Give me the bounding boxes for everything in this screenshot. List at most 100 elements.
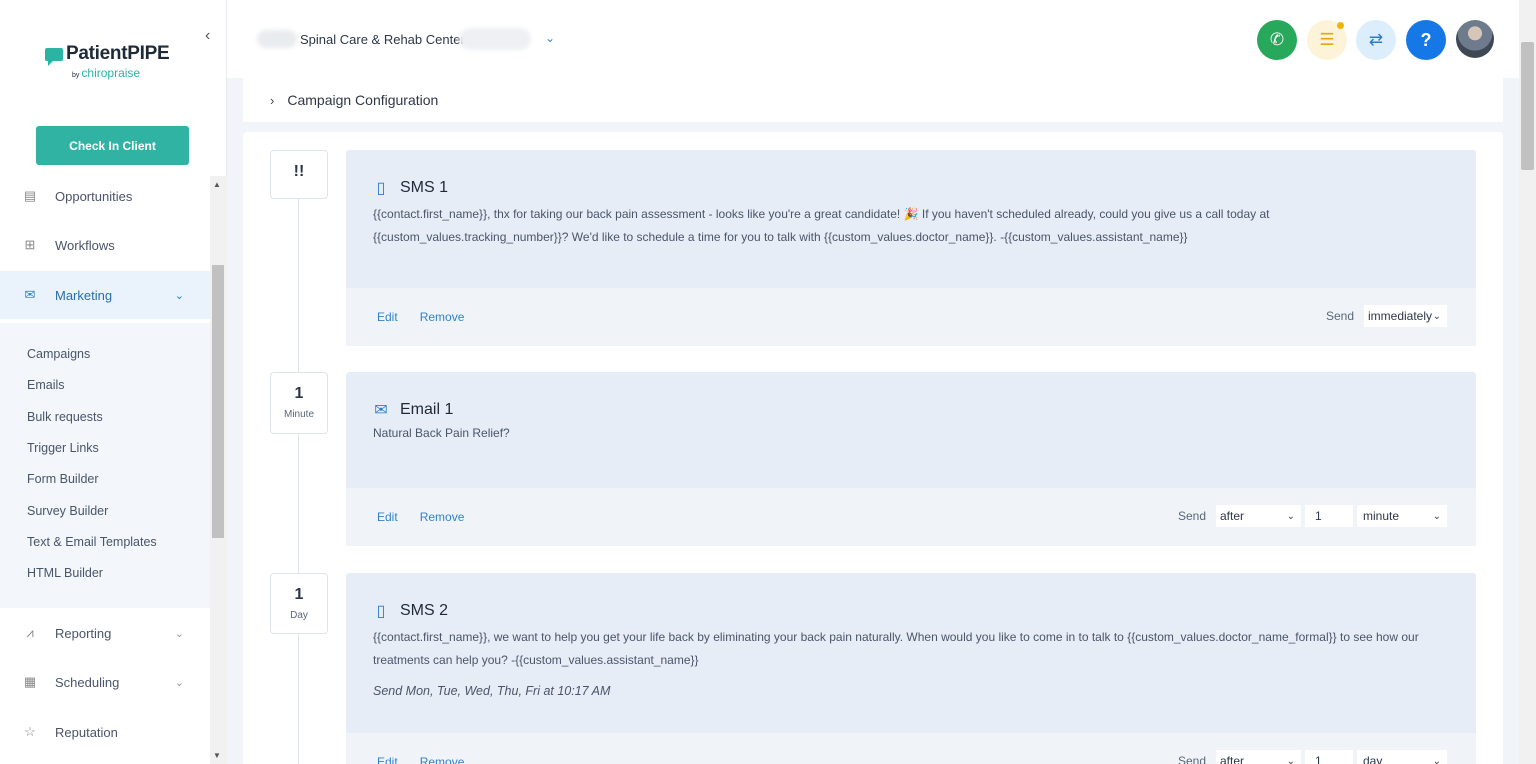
send-label: Send	[1325, 309, 1354, 323]
help-button[interactable]: ?	[1406, 20, 1446, 60]
logo[interactable]: PatientPIPE by chiropraise	[45, 43, 170, 80]
chevron-down-icon: ⌄	[174, 676, 184, 689]
send-value: 1	[1315, 509, 1322, 523]
chevron-right-icon: ›	[270, 92, 275, 108]
step-footer: Edit Remove Send after ⌄ 1 minute ⌄	[346, 488, 1476, 546]
edit-link[interactable]: Edit	[377, 755, 398, 764]
send-mode-select[interactable]: after ⌄	[1216, 750, 1301, 764]
send-label: Send	[1177, 509, 1206, 523]
chevron-down-icon: ⌄	[1432, 510, 1441, 522]
delay-unit: Minute	[283, 409, 314, 420]
sidebar-item-reporting[interactable]: ⩘ Reporting ⌄	[0, 609, 210, 657]
sidebar-item-label: Reporting	[55, 625, 112, 641]
sidebar-scrollbar-thumb[interactable]	[212, 265, 224, 538]
mobile-icon: ▯	[376, 180, 386, 197]
sidebar-item-workflows[interactable]: ⊞ Workflows	[0, 221, 210, 269]
switch-account-button[interactable]: ⇄	[1356, 20, 1396, 60]
send-value: 1	[1315, 754, 1322, 764]
help-icon: ?	[1420, 29, 1432, 50]
send-mode-select[interactable]: after ⌄	[1216, 505, 1301, 527]
send-mode-value: after	[1220, 754, 1245, 764]
send-mode-select[interactable]: immediately ⌄	[1364, 305, 1447, 327]
sidebar-subitem-survey-builder[interactable]: Survey Builder	[27, 504, 108, 518]
delay-unit: Day	[290, 610, 308, 621]
list-icon: ☰	[1319, 30, 1335, 49]
send-unit-value: day	[1363, 754, 1383, 764]
step-delay-badge: !!	[270, 150, 328, 199]
sidebar-item-label: Scheduling	[55, 674, 120, 690]
collapse-sidebar-icon[interactable]: ‹	[205, 27, 210, 45]
campaign-configuration-label: Campaign Configuration	[287, 92, 439, 108]
chevron-down-icon: ⌄	[1432, 755, 1441, 764]
star-icon: ☆	[24, 724, 36, 739]
sidebar-subitem-campaigns[interactable]: Campaigns	[27, 347, 90, 361]
workflows-icon: ⊞	[24, 237, 36, 252]
sidebar-item-label: Opportunities	[55, 188, 133, 204]
phone-button[interactable]: ✆	[1257, 20, 1297, 60]
sidebar-subitem-trigger-links[interactable]: Trigger Links	[27, 441, 99, 455]
timeline-line	[298, 195, 299, 764]
step-title: SMS 2	[400, 602, 449, 619]
location-blurred-prefix	[257, 30, 297, 48]
remove-link[interactable]: Remove	[420, 510, 465, 524]
mobile-icon: ▯	[376, 603, 386, 620]
chevron-down-icon: ⌄	[1286, 755, 1295, 764]
sidebar-subitem-html-builder[interactable]: HTML Builder	[27, 566, 103, 580]
calendar-icon: ▦	[23, 674, 37, 689]
send-unit-value: minute	[1363, 509, 1400, 523]
logo-by: by	[72, 72, 80, 79]
logo-mark-icon	[45, 47, 63, 66]
sidebar-item-label: Marketing	[55, 287, 113, 303]
remove-link[interactable]: Remove	[420, 755, 465, 764]
location-chevron-down-icon[interactable]: ⌄	[545, 31, 555, 45]
tasks-button[interactable]: ☰	[1307, 20, 1347, 60]
edit-link[interactable]: Edit	[377, 310, 398, 324]
page-scrollbar-thumb[interactable]	[1521, 42, 1534, 170]
sidebar-subitem-templates[interactable]: Text & Email Templates	[27, 535, 157, 549]
edit-link[interactable]: Edit	[377, 510, 398, 524]
delay-number: 1	[294, 385, 304, 402]
step-footer: Edit Remove Send immediately ⌄	[346, 288, 1476, 346]
sidebar-item-opportunities[interactable]: ▤ Opportunities	[0, 176, 210, 220]
step-title: SMS 1	[400, 179, 449, 196]
mail-icon: ✉	[24, 287, 36, 302]
send-mode-value: after	[1220, 509, 1245, 523]
sidebar-item-label: Workflows	[55, 237, 115, 253]
campaign-step-card: ▯ SMS 2 {{contact.first_name}}, we want t…	[346, 573, 1476, 764]
step-delay-badge: 1 Day	[270, 573, 328, 634]
step-title: Email 1	[400, 401, 454, 418]
phone-icon: ✆	[1269, 30, 1285, 49]
sidebar-item-marketing[interactable]: ✉ Marketing ⌄	[0, 271, 210, 319]
scroll-down-icon[interactable]: ▼	[213, 751, 221, 760]
mail-icon: ✉	[374, 402, 388, 419]
send-unit-select[interactable]: day ⌄	[1357, 750, 1447, 764]
avatar[interactable]	[1456, 20, 1494, 58]
remove-link[interactable]: Remove	[420, 310, 465, 324]
sidebar-item-scheduling[interactable]: ▦ Scheduling ⌄	[0, 658, 210, 706]
sidebar-subitem-emails[interactable]: Emails	[27, 378, 65, 392]
campaign-step-card: ▯ SMS 1 {{contact.first_name}}, thx for t…	[346, 150, 1476, 346]
chart-icon: ⩘	[26, 625, 34, 640]
check-in-client-button[interactable]: Check In Client	[36, 126, 189, 165]
marketing-submenu: Campaigns Emails Bulk requests Trigger L…	[0, 323, 210, 608]
logo-text: PatientPIPE	[66, 43, 170, 64]
scroll-up-icon[interactable]: ▲	[213, 180, 221, 189]
send-value-input[interactable]: 1	[1305, 505, 1353, 527]
send-label: Send	[1177, 754, 1206, 764]
send-unit-select[interactable]: minute ⌄	[1357, 505, 1447, 527]
delay-number: !!	[293, 163, 305, 180]
sidebar-subitem-form-builder[interactable]: Form Builder	[27, 472, 99, 486]
swap-icon: ⇄	[1368, 30, 1384, 49]
sidebar-subitem-bulk-requests[interactable]: Bulk requests	[27, 410, 103, 424]
nav-menu: ▤ Opportunities ⊞ Workflows ✉ Marketing …	[0, 176, 227, 764]
header: Spinal Care & Rehab Center ⌄ ✆ ☰ ⇄ ?	[227, 0, 1519, 78]
location-name[interactable]: Spinal Care & Rehab Center	[300, 32, 465, 47]
step-footer: Edit Remove Send after ⌄ 1 day ⌄	[346, 733, 1476, 764]
location-blurred-suffix	[459, 28, 531, 50]
sidebar-item-reputation[interactable]: ☆ Reputation	[0, 708, 210, 756]
send-value-input[interactable]: 1	[1305, 750, 1353, 764]
logo-subtext: chiropraise	[81, 66, 141, 80]
notification-dot	[1337, 22, 1344, 29]
chevron-down-icon: ⌄	[1286, 510, 1295, 522]
campaign-configuration-toggle[interactable]: › Campaign Configuration	[243, 78, 1503, 122]
